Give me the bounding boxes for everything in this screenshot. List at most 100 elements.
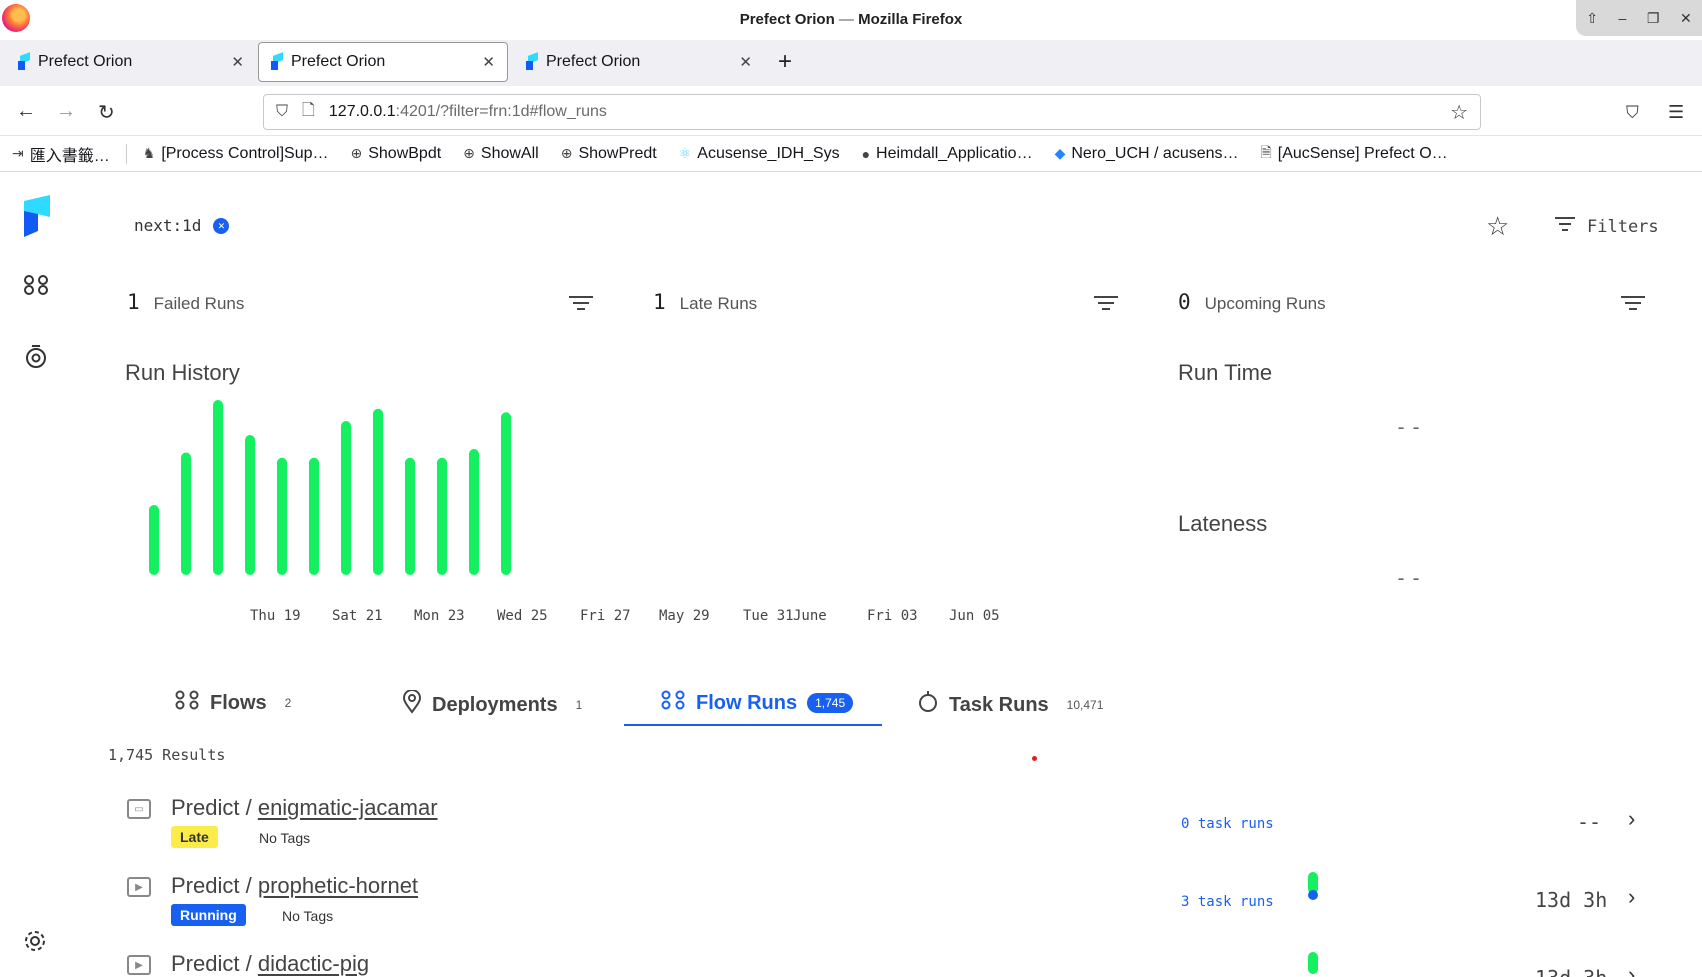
run-duration: --: [1577, 810, 1602, 834]
bookmark-showall[interactable]: ⊕ ShowAll: [463, 145, 539, 163]
run-history-bar[interactable]: [309, 457, 319, 575]
bookmarks-bar: ⇥ 匯入書籤… ♞ [Process Control]Sup… ⊕ ShowBpdt …: [0, 136, 1702, 172]
bookmark-process-control[interactable]: ♞ [Process Control]Sup…: [143, 145, 329, 163]
task-runs-link[interactable]: 3 task runs: [1181, 894, 1274, 910]
filter-chip-label: next:1d: [134, 216, 202, 235]
bookmark-acusense[interactable]: ⚛ Acusense_IDH_Sys: [679, 145, 840, 163]
tab-label: Prefect Orion: [291, 53, 386, 70]
late-runs-filter-icon[interactable]: [1094, 296, 1118, 314]
pocket-icon[interactable]: ⛉: [1626, 103, 1639, 123]
bookmark-nero[interactable]: ◆ Nero_UCH / acusens…: [1055, 145, 1239, 163]
browser-tab-3[interactable]: Prefect Orion ✕: [514, 42, 764, 82]
page-icon[interactable]: 🗋: [302, 99, 315, 126]
run-history-bar[interactable]: [437, 457, 447, 575]
import-icon: ⇥: [12, 145, 24, 161]
run-duration: 13d 3h: [1535, 888, 1608, 912]
results-count: 1,745 Results: [108, 746, 226, 764]
filter-chip[interactable]: next:1d ✕: [134, 216, 230, 235]
run-history-bar[interactable]: [245, 435, 255, 575]
new-tab-button[interactable]: +: [778, 48, 792, 76]
run-history-bar[interactable]: [149, 505, 159, 575]
tab-label: Prefect Orion: [38, 53, 133, 70]
window-close-icon[interactable]: ✕: [1680, 10, 1692, 27]
window-up-icon[interactable]: ⇧: [1586, 10, 1598, 27]
state-badge-running: Running: [171, 904, 246, 926]
save-filter-star-icon[interactable]: ☆: [1486, 211, 1509, 242]
menu-icon[interactable]: ☰: [1668, 102, 1684, 123]
run-tags: No Tags: [282, 908, 334, 924]
chip-remove-icon[interactable]: ✕: [213, 217, 230, 234]
deployments-nav-icon[interactable]: [24, 344, 48, 376]
globe-icon: ⊕: [560, 145, 573, 161]
running-run-icon: ▶: [127, 955, 151, 975]
run-history-bar[interactable]: [469, 449, 479, 575]
shield-icon[interactable]: ⛉: [276, 103, 288, 121]
upcoming-runs-stat[interactable]: 0 Upcoming Runs: [1178, 290, 1326, 314]
failed-runs-filter-icon[interactable]: [569, 296, 593, 314]
flows-nav-icon[interactable]: [23, 274, 49, 302]
browser-tab-1[interactable]: Prefect Orion ✕: [6, 42, 256, 82]
x-tick-label: Jun 05: [949, 608, 1000, 624]
run-title: Predict / prophetic-hornet: [171, 873, 419, 898]
bookmark-import[interactable]: ⇥ 匯入書籤…: [12, 142, 110, 166]
person-icon: ♞: [142, 145, 156, 161]
tab-label: Prefect Orion: [546, 53, 641, 70]
task-run-success-bar: [1308, 952, 1318, 974]
url-bar[interactable]: ⛉ 🗋 127.0.0.1:4201/?filter=frn:1d#flow_r…: [263, 94, 1481, 130]
chevron-right-icon[interactable]: ›: [1628, 962, 1635, 977]
window-restore-icon[interactable]: ❐: [1647, 10, 1660, 27]
settings-gear-icon[interactable]: [23, 929, 47, 959]
run-history-chart[interactable]: [125, 395, 1045, 595]
bookmark-showpredt[interactable]: ⊕ ShowPredt: [561, 145, 657, 163]
run-name-link[interactable]: prophetic-hornet: [258, 873, 418, 898]
chevron-right-icon[interactable]: ›: [1628, 806, 1635, 832]
upcoming-runs-filter-icon[interactable]: [1621, 296, 1645, 314]
browser-tab-2[interactable]: Prefect Orion ✕: [258, 42, 508, 82]
bookmark-separator: [125, 143, 127, 164]
run-history-bar[interactable]: [213, 400, 223, 575]
x-tick-label: Thu 19: [250, 608, 301, 624]
window-title: Prefect Orion — Mozilla Firefox: [739, 11, 963, 28]
late-runs-stat[interactable]: 1 Late Runs: [653, 290, 757, 314]
x-tick-label: Mon 23: [414, 608, 465, 624]
run-name-link[interactable]: enigmatic-jacamar: [258, 795, 438, 820]
tab-close-icon[interactable]: ✕: [482, 53, 495, 71]
run-history-bar[interactable]: [373, 408, 383, 575]
failed-runs-stat[interactable]: 1 Failed Runs: [127, 290, 244, 314]
reload-button[interactable]: ↻: [98, 100, 115, 125]
state-badge-late: Late: [171, 826, 218, 848]
run-history-bar[interactable]: [341, 421, 351, 575]
run-history-bar[interactable]: [277, 457, 287, 575]
lateness-title: Lateness: [1178, 511, 1268, 536]
run-history-bar[interactable]: [501, 412, 511, 575]
filters-button[interactable]: Filters: [1555, 216, 1659, 237]
back-button[interactable]: ←: [16, 100, 36, 123]
tab-close-icon[interactable]: ✕: [231, 53, 244, 71]
forward-button[interactable]: →: [56, 100, 76, 123]
flows-icon: [174, 690, 200, 716]
run-history-title: Run History: [125, 360, 240, 385]
run-name-link[interactable]: didactic-pig: [258, 951, 369, 976]
tab-flow-runs[interactable]: Flow Runs 1,745: [660, 690, 854, 716]
tab-deployments[interactable]: Deployments 1: [402, 689, 582, 720]
bookmark-showbpdt[interactable]: ⊕ ShowBpdt: [351, 145, 442, 163]
active-tab-indicator: [624, 724, 882, 726]
tab-flows[interactable]: Flows 2: [174, 690, 291, 716]
tab-close-icon[interactable]: ✕: [739, 53, 752, 71]
prefect-logo-icon[interactable]: [22, 195, 52, 237]
browser-tab-strip: Prefect Orion ✕ Prefect Orion ✕ Prefect …: [0, 40, 1702, 86]
flow-runs-icon: [660, 690, 686, 716]
task-run-running-dot: [1308, 890, 1318, 900]
chevron-right-icon[interactable]: ›: [1628, 884, 1635, 910]
window-minimize-icon[interactable]: –: [1619, 10, 1627, 26]
task-runs-link[interactable]: 0 task runs: [1181, 816, 1274, 832]
run-tags: No Tags: [259, 830, 311, 846]
bookmark-heimdall[interactable]: ● Heimdall_Applicatio…: [862, 145, 1033, 163]
run-history-bar[interactable]: [181, 452, 191, 576]
lateness-value: --: [1395, 566, 1426, 590]
bookmark-aucsense-prefect[interactable]: 🗎 [AucSense] Prefect O…: [1261, 142, 1448, 166]
run-history-bar[interactable]: [405, 457, 415, 575]
tab-task-runs[interactable]: Task Runs 10,471: [917, 690, 1103, 720]
bookmark-star-icon[interactable]: ☆: [1450, 100, 1468, 125]
window-titlebar: Prefect Orion — Mozilla Firefox ⇧ – ❐ ✕: [0, 0, 1702, 40]
